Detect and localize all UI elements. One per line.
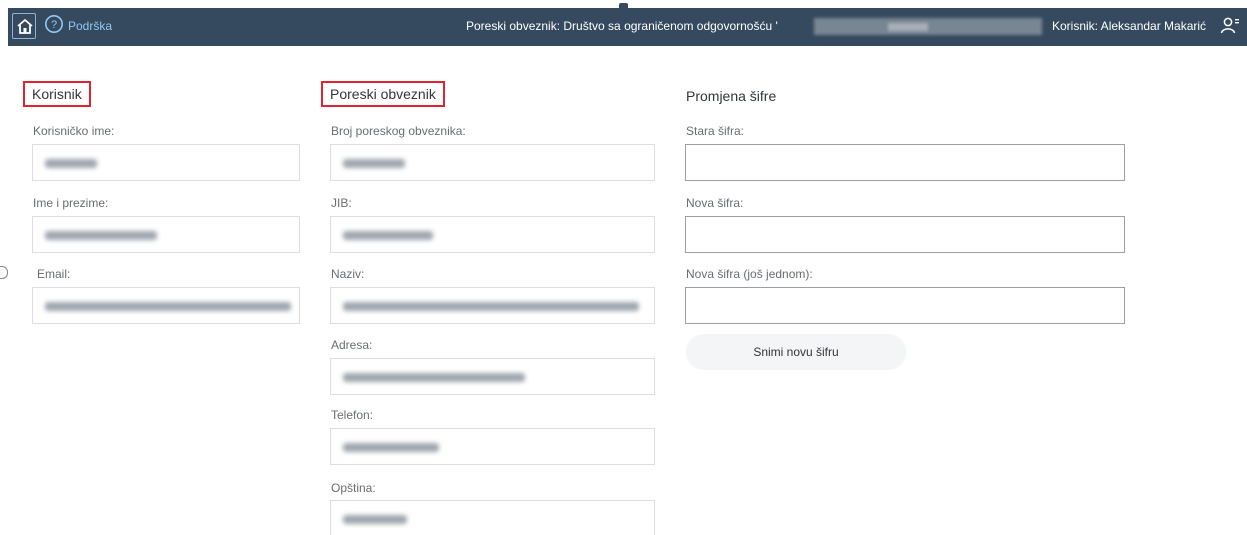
redacted-value [45,231,157,240]
email-label: Email: [37,267,71,281]
redacted-taxpayer-name-part [888,23,928,31]
home-button[interactable] [12,13,36,39]
save-password-label: Snimi novu šifru [753,345,839,359]
tax-number-field [330,144,655,181]
tax-number-label: Broj poreskog obveznika: [331,124,466,138]
redacted-value [45,159,97,168]
municipality-label: Opština: [331,481,376,495]
new-password-input[interactable] [685,216,1125,253]
svg-text:?: ? [51,19,57,31]
redacted-taxpayer-name [814,18,1042,35]
municipality-field [330,500,655,535]
redacted-value [343,515,407,524]
redacted-value [45,302,291,311]
help-link[interactable]: Podrška [68,19,112,33]
header-user-label: Korisnik: Aleksandar Makarić [1052,19,1207,33]
redacted-value [343,443,439,452]
name-field [330,287,655,324]
redacted-value [343,302,639,311]
phone-field [330,428,655,465]
password-section-title: Promjena šifre [686,88,777,104]
redacted-value [343,373,525,382]
user-icon[interactable] [1220,16,1240,36]
redacted-value [343,231,433,240]
taxpayer-section-title: Poreski obveznik [321,81,445,107]
repeat-password-input[interactable] [685,287,1125,324]
old-password-label: Stara šifra: [686,124,745,138]
user-section-title: Korisnik [23,81,91,107]
header-taxpayer-label: Poreski obveznik: Društvo sa ograničenom… [466,19,778,33]
home-icon [17,18,33,34]
phone-label: Telefon: [331,408,374,422]
old-password-input[interactable] [685,144,1125,181]
address-label: Adresa: [331,338,373,352]
redacted-value [343,159,405,168]
username-field [32,144,300,181]
save-password-button[interactable]: Snimi novu šifru [686,334,906,370]
new-password-label: Nova šifra: [686,196,744,210]
address-field [330,358,655,395]
username-label: Korisničko ime: [33,124,115,138]
email-field [32,287,300,324]
jib-label: JIB: [331,196,352,210]
collapse-handle[interactable] [0,266,8,279]
shell-header: ? Podrška Poreski obveznik: Društvo sa o… [8,8,1247,46]
full-name-field [32,216,300,253]
help-icon[interactable]: ? [44,14,64,34]
jib-field [330,216,655,253]
repeat-password-label: Nova šifra (još jednom): [686,267,813,281]
name-label: Naziv: [331,267,365,281]
full-name-label: Ime i prezime: [33,196,109,210]
